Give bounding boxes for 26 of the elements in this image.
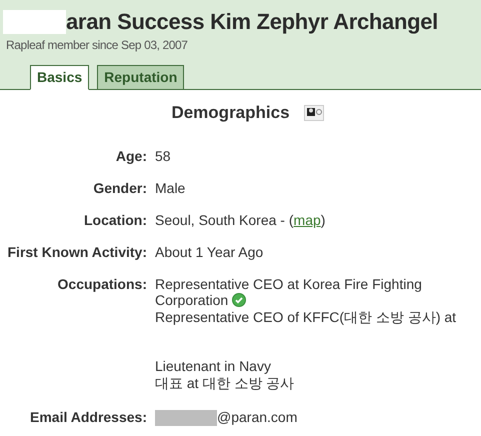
field-label: Gender:: [92, 180, 147, 196]
email-value: @paran.com: [217, 409, 298, 426]
redaction-block: [155, 410, 217, 426]
field-label: Email Addresses:: [29, 409, 147, 426]
tab[interactable]: Basics: [30, 65, 90, 90]
occupation-text: 대표 at 대한 소방 공사: [155, 374, 296, 391]
profile-name: aran Success Kim Zephyr Archangel: [66, 8, 438, 36]
section-title: Demographics: [171, 102, 290, 124]
contact-card-icon: [304, 104, 324, 121]
field-value: 58: [155, 148, 171, 164]
field-value: About 1 Year Ago: [155, 244, 264, 260]
member-since-text: Rapleaf member since Sep 03, 2007: [6, 38, 189, 52]
closing-paren: ): [320, 212, 326, 228]
field-label: First Known Activity:: [6, 244, 147, 260]
occupation-text: Representative CEO of KFFC(대한 소방 공사) at: [155, 308, 458, 325]
field-label: Age:: [114, 148, 147, 164]
occupation-text: Representative CEO at Korea Fire Fighting Corporation: [155, 276, 423, 308]
field-label: Location:: [83, 212, 147, 228]
tab[interactable]: Reputation: [97, 65, 184, 89]
verified-check-icon: [232, 293, 246, 307]
occupation-text: Lieutenant in Navy: [155, 358, 272, 374]
redaction-block: [3, 10, 66, 34]
field-label: Occupations:: [56, 276, 147, 294]
field-value: Male: [155, 180, 186, 196]
field-value: Seoul, South Korea - (: [155, 212, 294, 228]
map-link[interactable]: map: [294, 212, 321, 228]
